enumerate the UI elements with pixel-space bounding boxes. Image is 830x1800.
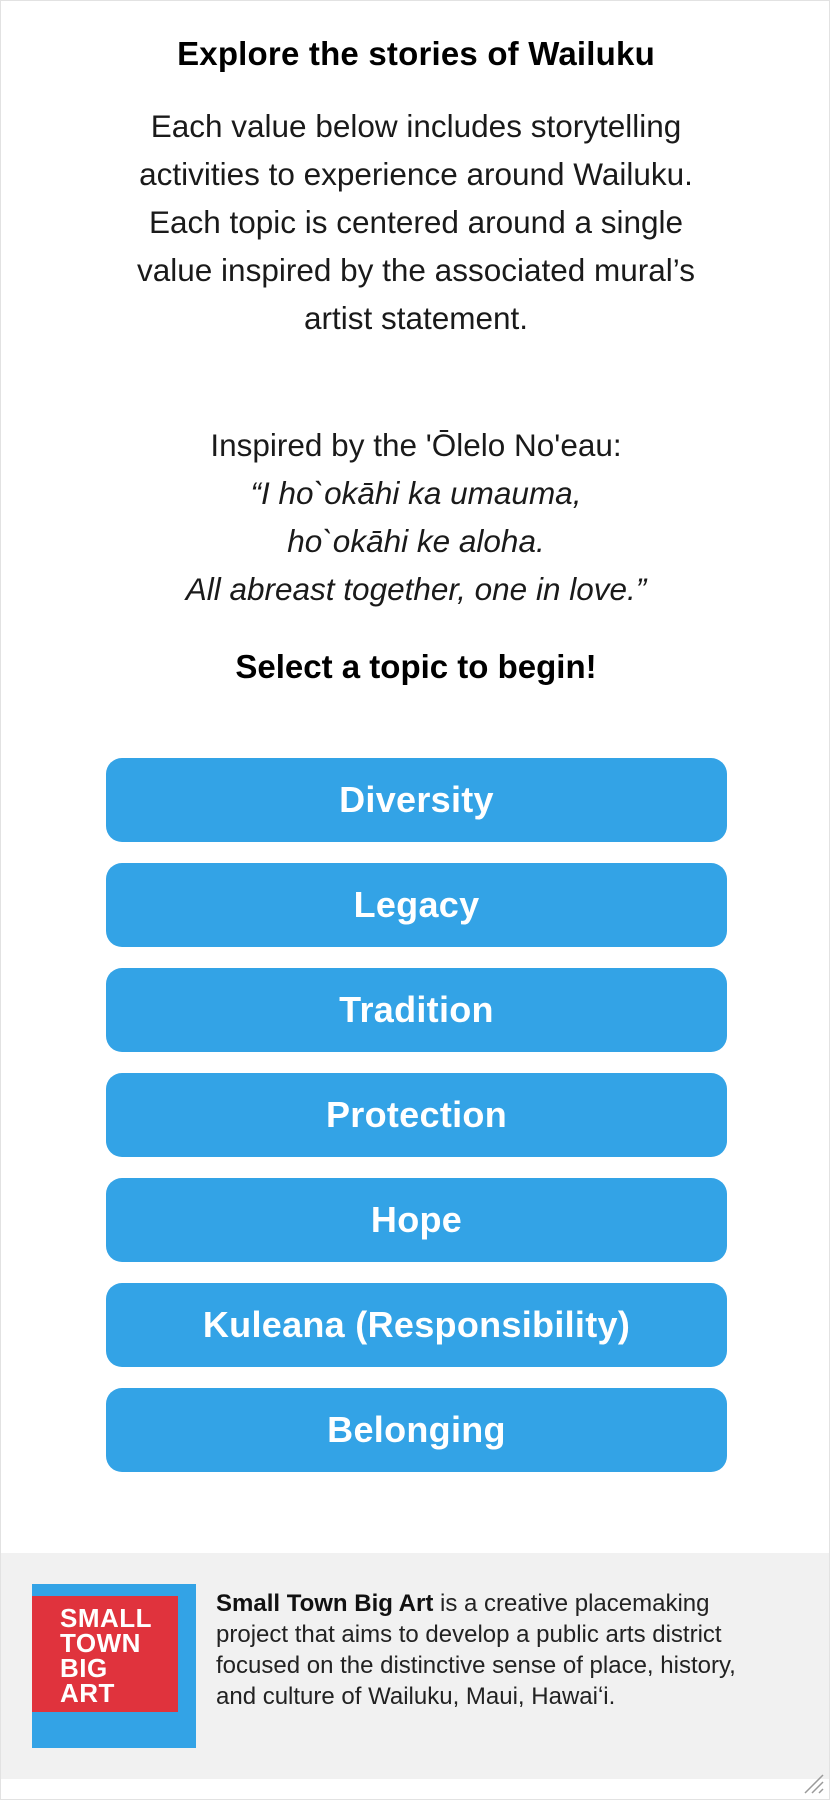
- small-town-big-art-logo: SMALL TOWN BIG ART: [32, 1584, 196, 1748]
- quote-lead: Inspired by the 'Ōlelo No'eau:: [210, 427, 622, 463]
- topic-list: Diversity Legacy Tradition Protection Ho…: [106, 758, 727, 1493]
- quote-line-3: All abreast together, one in love.”: [185, 571, 647, 607]
- topic-button-protection[interactable]: Protection: [106, 1073, 727, 1157]
- footer-description: Small Town Big Art is a creative placema…: [216, 1588, 776, 1712]
- logo-line-art: ART: [60, 1678, 115, 1708]
- org-name: Small Town Big Art: [216, 1590, 434, 1617]
- quote-line-1: “I ho`okāhi ka umauma,: [250, 475, 582, 511]
- resize-grip-icon[interactable]: [799, 1769, 825, 1795]
- topic-button-tradition[interactable]: Tradition: [106, 968, 727, 1052]
- quote-line-2: ho`okāhi ke aloha.: [287, 523, 545, 559]
- topic-button-hope[interactable]: Hope: [106, 1178, 727, 1262]
- intro-paragraph: Each value below includes storytelling a…: [137, 108, 695, 336]
- topic-button-legacy[interactable]: Legacy: [106, 863, 727, 947]
- logo-wordmark: SMALL TOWN BIG ART: [60, 1605, 152, 1708]
- topic-button-kuleana[interactable]: Kuleana (Responsibility): [106, 1283, 727, 1367]
- topic-button-belonging[interactable]: Belonging: [106, 1388, 727, 1472]
- page-title: Explore the stories of Wailuku: [177, 35, 655, 72]
- select-topic-prompt: Select a topic to begin!: [235, 648, 597, 685]
- olelo-noeau-quote: Inspired by the 'Ōlelo No'eau: “I ho`okā…: [101, 421, 731, 613]
- page-frame: Explore the stories of Wailuku Each valu…: [0, 0, 830, 1800]
- footer: SMALL TOWN BIG ART Small Town Big Art is…: [1, 1553, 829, 1779]
- topic-button-diversity[interactable]: Diversity: [106, 758, 727, 842]
